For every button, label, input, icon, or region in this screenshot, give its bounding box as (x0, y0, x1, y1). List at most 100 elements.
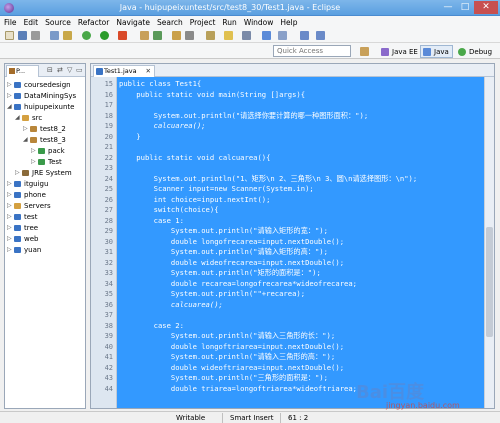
menu-edit[interactable]: Edit (24, 16, 39, 29)
menu-help[interactable]: Help (280, 16, 297, 29)
expand-arrow-icon[interactable]: ▷ (7, 190, 12, 200)
perspective-java[interactable]: Java (420, 45, 453, 58)
menu-search[interactable]: Search (157, 16, 183, 29)
code-text[interactable]: double wideofrecarea=input.nextDouble(); (119, 258, 344, 269)
tree-item-test8-30[interactable]: ◢ test8_3 (23, 135, 85, 145)
code-line[interactable]: 21 (91, 142, 491, 153)
expand-arrow-icon[interactable]: ▷ (31, 146, 36, 156)
code-text[interactable]: double triarea=longoftriarea*wideoftriar… (119, 384, 357, 395)
code-text[interactable]: System.out.println("1、矩形\n 2、三角形\n 3、圆\n… (119, 174, 418, 185)
code-text[interactable]: System.out.println("矩形的面积是："); (119, 268, 321, 279)
expand-arrow-icon[interactable]: ▷ (23, 124, 28, 134)
run-icon[interactable] (100, 31, 109, 40)
code-line[interactable]: 37 (91, 310, 491, 321)
collapse-all-icon[interactable]: ⊟ (47, 66, 53, 74)
tree-item-src[interactable]: ◢ src (15, 113, 85, 123)
code-line[interactable]: 16 public static void main(String []args… (91, 90, 491, 101)
last-edit-icon[interactable] (278, 31, 287, 40)
minimize-view-icon[interactable]: ▭ (76, 66, 83, 74)
code-text[interactable]: calcuarea(); (119, 300, 223, 311)
back-icon[interactable] (300, 31, 309, 40)
quick-access-input[interactable] (273, 45, 351, 57)
code-line[interactable]: 23 (91, 163, 491, 174)
code-text[interactable]: int choice=input.nextInt(); (119, 195, 271, 206)
code-line[interactable]: 38 case 2: (91, 321, 491, 332)
code-text[interactable]: case 2: (119, 321, 184, 332)
code-line[interactable]: 36 calcuarea(); (91, 300, 491, 311)
code-line[interactable]: 22 public static void calcuarea(){ (91, 153, 491, 164)
code-line[interactable]: 28 case 1: (91, 216, 491, 227)
open-type-icon[interactable] (172, 31, 181, 40)
code-line[interactable]: 25 Scanner input=new Scanner(System.in); (91, 184, 491, 195)
tree-item-test-project[interactable]: ▷ test (7, 212, 85, 222)
tree-item-test8-27[interactable]: ▷ test8_2 (23, 124, 85, 134)
collapse-arrow-icon[interactable]: ◢ (23, 135, 28, 145)
menu-project[interactable]: Project (190, 16, 216, 29)
code-line[interactable]: 40 double longoftriarea=input.nextDouble… (91, 342, 491, 353)
print-icon[interactable] (31, 31, 40, 40)
tree-item-dataminingsys[interactable]: ▷ DataMiningSys (7, 91, 85, 101)
tree-item-servers[interactable]: ▷ Servers (7, 201, 85, 211)
code-text[interactable]: System.out.println("三角形的面积是："); (119, 373, 328, 384)
tree-item-test[interactable]: ▷ Test (31, 157, 85, 167)
show-whitespace-icon[interactable] (242, 31, 251, 40)
code-line[interactable]: 39 System.out.println("请输入三角形的长："); (91, 331, 491, 342)
tree-item-jre-system[interactable]: ▷ JRE System (15, 168, 85, 178)
tab-test1-java[interactable]: Test1.java ✕ (93, 65, 155, 77)
expand-arrow-icon[interactable]: ▷ (15, 168, 20, 178)
view-menu-icon[interactable]: ▽ (67, 66, 72, 74)
tree-item-itguigu[interactable]: ▷ itguigu (7, 179, 85, 189)
code-text[interactable]: System.out.println("请输入三角形的长："); (119, 331, 335, 342)
expand-arrow-icon[interactable]: ▷ (7, 245, 12, 255)
expand-arrow-icon[interactable]: ▷ (7, 80, 12, 90)
code-text[interactable]: System.out.println(""+recarea); (119, 289, 305, 300)
new-java-project-icon[interactable] (140, 31, 149, 40)
expand-arrow-icon[interactable]: ▷ (7, 223, 12, 233)
code-line[interactable]: 42 double wideoftriarea=input.nextDouble… (91, 363, 491, 374)
new-class-icon[interactable] (153, 31, 162, 40)
code-line[interactable]: 17 (91, 100, 491, 111)
code-text[interactable]: } (119, 132, 140, 143)
menu-refactor[interactable]: Refactor (78, 16, 109, 29)
code-line[interactable]: 41 System.out.println("请输入三角形的高："); (91, 352, 491, 363)
expand-arrow-icon[interactable]: ▷ (7, 179, 12, 189)
expand-arrow-icon[interactable]: ▷ (31, 157, 36, 167)
collapse-arrow-icon[interactable]: ◢ (7, 102, 12, 112)
code-text[interactable]: public class Test1{ (119, 79, 201, 90)
code-line[interactable]: 30 double longofrecarea=input.nextDouble… (91, 237, 491, 248)
tree-item-web[interactable]: ▷ web (7, 234, 85, 244)
code-text[interactable]: case 1: (119, 216, 184, 227)
code-text[interactable]: double wideoftriarea=input.nextDouble(); (119, 363, 344, 374)
expand-arrow-icon[interactable]: ▷ (7, 91, 12, 101)
code-text[interactable]: switch(choice){ (119, 205, 219, 216)
tree-item-coursedesign[interactable]: ▷ coursedesign (7, 80, 85, 90)
debug-icon[interactable] (50, 31, 59, 40)
code-line[interactable]: 26 int choice=input.nextInt(); (91, 195, 491, 206)
package-icon[interactable] (63, 31, 72, 40)
search-icon[interactable] (185, 31, 194, 40)
code-text[interactable]: System.out.println("请输入矩形的高："); (119, 247, 328, 258)
code-line[interactable]: 33 System.out.println("矩形的面积是："); (91, 268, 491, 279)
tree-item-huipupeixunte[interactable]: ◢ huipupeixunte (7, 102, 85, 112)
close-button[interactable]: ✕ (474, 1, 498, 14)
code-text[interactable]: public static void calcuarea(){ (119, 153, 270, 164)
vertical-scrollbar[interactable] (484, 77, 494, 408)
tab-package-explorer[interactable]: P... (6, 65, 39, 77)
code-text[interactable]: Scanner input=new Scanner(System.in); (119, 184, 314, 195)
code-text[interactable]: calcuarea(); (119, 121, 206, 132)
code-line[interactable]: 19 calcuarea(); (91, 121, 491, 132)
mark-occurrences-icon[interactable] (224, 31, 233, 40)
scroll-thumb[interactable] (486, 227, 493, 337)
debug-run-icon[interactable] (82, 31, 91, 40)
collapse-arrow-icon[interactable]: ◢ (15, 113, 20, 123)
expand-arrow-icon[interactable]: ▷ (7, 201, 12, 211)
expand-arrow-icon[interactable]: ▷ (7, 234, 12, 244)
perspective-debug[interactable]: Debug (455, 45, 496, 58)
code-text[interactable]: System.out.println("请选择你要计算的哪一种图形面积："); (119, 111, 369, 122)
code-text[interactable]: public static void main(String []args){ (119, 90, 305, 101)
menu-navigate[interactable]: Navigate (116, 16, 150, 29)
menu-file[interactable]: File (4, 16, 17, 29)
code-text[interactable]: double longoftriarea=input.nextDouble(); (119, 342, 344, 353)
tree-item-yuan[interactable]: ▷ yuan (7, 245, 85, 255)
forward-icon[interactable] (316, 31, 325, 40)
